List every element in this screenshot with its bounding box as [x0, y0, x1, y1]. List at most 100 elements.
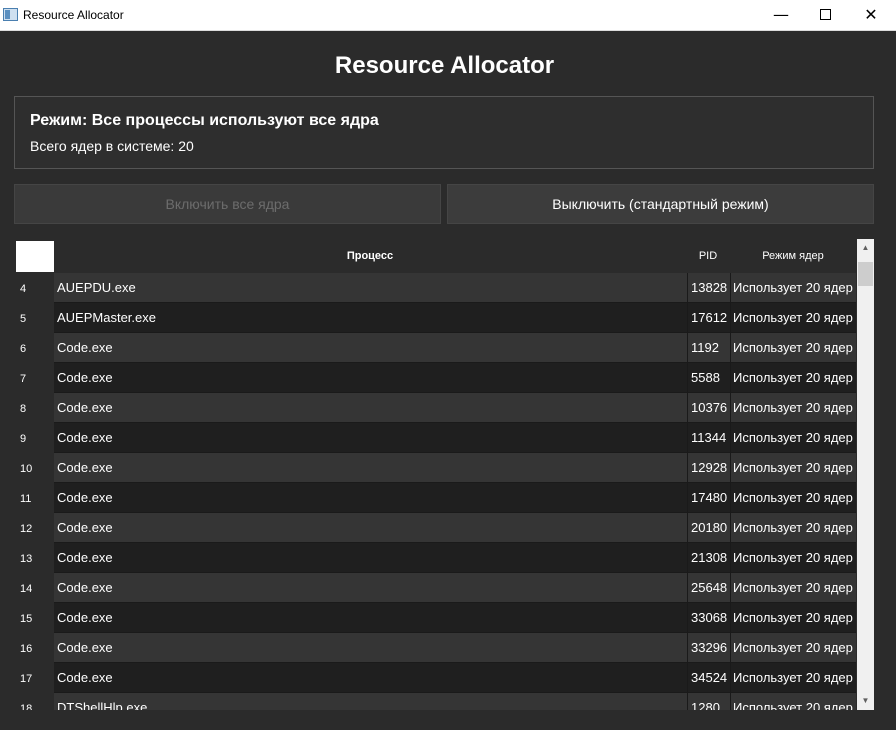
- row-index: 5: [14, 303, 54, 333]
- pid-cell[interactable]: 20180: [687, 513, 730, 543]
- pid-cell[interactable]: 34524: [687, 663, 730, 693]
- process-name-cell[interactable]: AUEPDU.exe: [54, 273, 687, 303]
- table-row[interactable]: 9 Code.exe 11344 Использует 20 ядер: [14, 423, 856, 453]
- vertical-scrollbar[interactable]: ▲ ▼: [857, 239, 874, 710]
- app-window-icon: [3, 8, 18, 21]
- table-row[interactable]: 8 Code.exe 10376 Использует 20 ядер: [14, 393, 856, 423]
- row-index: 11: [14, 483, 54, 513]
- row-index: 7: [14, 363, 54, 393]
- table-body: 4 AUEPDU.exe 13828 Использует 20 ядер 5 …: [14, 273, 856, 710]
- pid-cell[interactable]: 25648: [687, 573, 730, 603]
- title-bar: Resource Allocator — ✕: [0, 0, 896, 31]
- row-index: 16: [14, 633, 54, 663]
- pid-cell[interactable]: 1192: [687, 333, 730, 363]
- close-button[interactable]: ✕: [848, 0, 894, 30]
- select-all-corner[interactable]: [16, 241, 54, 272]
- row-index: 9: [14, 423, 54, 453]
- disable-standard-mode-button[interactable]: Выключить (стандартный режим): [447, 184, 874, 224]
- core-mode-cell[interactable]: Использует 20 ядер: [730, 573, 856, 603]
- row-index: 14: [14, 573, 54, 603]
- maximize-icon: [819, 8, 831, 20]
- process-name-cell[interactable]: DTShellHlp.exe: [54, 693, 687, 710]
- column-header-process[interactable]: Процесс: [54, 239, 686, 273]
- mode-title: Режим: Все процессы используют все ядра: [30, 112, 379, 129]
- table-row[interactable]: 7 Code.exe 5588 Использует 20 ядер: [14, 363, 856, 393]
- app-heading: Resource Allocator: [334, 52, 555, 79]
- pid-cell[interactable]: 17612: [687, 303, 730, 333]
- table-row[interactable]: 16 Code.exe 33296 Использует 20 ядер: [14, 633, 856, 663]
- core-mode-cell[interactable]: Использует 20 ядер: [730, 303, 856, 333]
- process-name-cell[interactable]: AUEPMaster.exe: [54, 303, 687, 333]
- scroll-up-icon[interactable]: ▲: [857, 239, 874, 256]
- minimize-icon: —: [773, 5, 789, 24]
- table-row[interactable]: 14 Code.exe 25648 Использует 20 ядер: [14, 573, 856, 603]
- process-name-cell[interactable]: Code.exe: [54, 363, 687, 393]
- row-index: 13: [14, 543, 54, 573]
- process-name-cell[interactable]: Code.exe: [54, 663, 687, 693]
- process-name-cell[interactable]: Code.exe: [54, 513, 687, 543]
- core-mode-cell[interactable]: Использует 20 ядер: [730, 333, 856, 363]
- process-name-cell[interactable]: Code.exe: [54, 393, 687, 423]
- pid-cell[interactable]: 33068: [687, 603, 730, 633]
- table-row[interactable]: 15 Code.exe 33068 Использует 20 ядер: [14, 603, 856, 633]
- process-name-cell[interactable]: Code.exe: [54, 453, 687, 483]
- pid-cell[interactable]: 12928: [687, 453, 730, 483]
- row-index: 10: [14, 453, 54, 483]
- close-icon: ✕: [864, 5, 878, 24]
- core-mode-cell[interactable]: Использует 20 ядер: [730, 363, 856, 393]
- core-mode-cell[interactable]: Использует 20 ядер: [730, 483, 856, 513]
- process-name-cell[interactable]: Code.exe: [54, 573, 687, 603]
- core-mode-cell[interactable]: Использует 20 ядер: [730, 513, 856, 543]
- total-cores-label: Всего ядер в системе: 20: [30, 138, 194, 154]
- process-name-cell[interactable]: Code.exe: [54, 423, 687, 453]
- process-name-cell[interactable]: Code.exe: [54, 633, 687, 663]
- pid-cell[interactable]: 21308: [687, 543, 730, 573]
- core-mode-cell[interactable]: Использует 20 ядер: [730, 543, 856, 573]
- core-mode-cell[interactable]: Использует 20 ядер: [730, 693, 856, 710]
- table-row[interactable]: 10 Code.exe 12928 Использует 20 ядер: [14, 453, 856, 483]
- maximize-button[interactable]: [802, 0, 848, 30]
- table-row[interactable]: 4 AUEPDU.exe 13828 Использует 20 ядер: [14, 273, 856, 303]
- window-title: Resource Allocator: [23, 8, 124, 22]
- core-mode-cell[interactable]: Использует 20 ядер: [730, 633, 856, 663]
- core-mode-cell[interactable]: Использует 20 ядер: [730, 453, 856, 483]
- row-index: 6: [14, 333, 54, 363]
- table-row[interactable]: 5 AUEPMaster.exe 17612 Использует 20 яде…: [14, 303, 856, 333]
- table-row[interactable]: 11 Code.exe 17480 Использует 20 ядер: [14, 483, 856, 513]
- process-name-cell[interactable]: Code.exe: [54, 603, 687, 633]
- enable-all-cores-button[interactable]: Включить все ядра: [14, 184, 441, 224]
- pid-cell[interactable]: 10376: [687, 393, 730, 423]
- process-name-cell[interactable]: Code.exe: [54, 543, 687, 573]
- scrollbar-thumb[interactable]: [858, 262, 873, 286]
- scroll-down-icon[interactable]: ▼: [857, 692, 874, 709]
- core-mode-cell[interactable]: Использует 20 ядер: [730, 423, 856, 453]
- row-index: 4: [14, 273, 54, 303]
- process-name-cell[interactable]: Code.exe: [54, 333, 687, 363]
- table-row[interactable]: 18 DTShellHlp.exe 1280 Использует 20 яде…: [14, 693, 856, 710]
- column-header-mode[interactable]: Режим ядер: [730, 239, 856, 273]
- row-index: 17: [14, 663, 54, 693]
- pid-cell[interactable]: 1280: [687, 693, 730, 710]
- pid-cell[interactable]: 17480: [687, 483, 730, 513]
- table-row[interactable]: 6 Code.exe 1192 Использует 20 ядер: [14, 333, 856, 363]
- pid-cell[interactable]: 11344: [687, 423, 730, 453]
- core-mode-cell[interactable]: Использует 20 ядер: [730, 603, 856, 633]
- table-row[interactable]: 13 Code.exe 21308 Использует 20 ядер: [14, 543, 856, 573]
- row-index: 12: [14, 513, 54, 543]
- process-name-cell[interactable]: Code.exe: [54, 483, 687, 513]
- pid-cell[interactable]: 33296: [687, 633, 730, 663]
- core-mode-cell[interactable]: Использует 20 ядер: [730, 273, 856, 303]
- row-index: 8: [14, 393, 54, 423]
- minimize-button[interactable]: —: [758, 0, 804, 30]
- process-table: Процесс PID Режим ядер 4 AUEPDU.exe 1382…: [14, 239, 874, 710]
- row-index: 18: [14, 693, 54, 710]
- table-row[interactable]: 17 Code.exe 34524 Использует 20 ядер: [14, 663, 856, 693]
- core-mode-cell[interactable]: Использует 20 ядер: [730, 663, 856, 693]
- row-index: 15: [14, 603, 54, 633]
- table-header: Процесс PID Режим ядер: [14, 239, 856, 273]
- core-mode-cell[interactable]: Использует 20 ядер: [730, 393, 856, 423]
- pid-cell[interactable]: 13828: [687, 273, 730, 303]
- pid-cell[interactable]: 5588: [687, 363, 730, 393]
- table-row[interactable]: 12 Code.exe 20180 Использует 20 ядер: [14, 513, 856, 543]
- column-header-pid[interactable]: PID: [687, 239, 729, 273]
